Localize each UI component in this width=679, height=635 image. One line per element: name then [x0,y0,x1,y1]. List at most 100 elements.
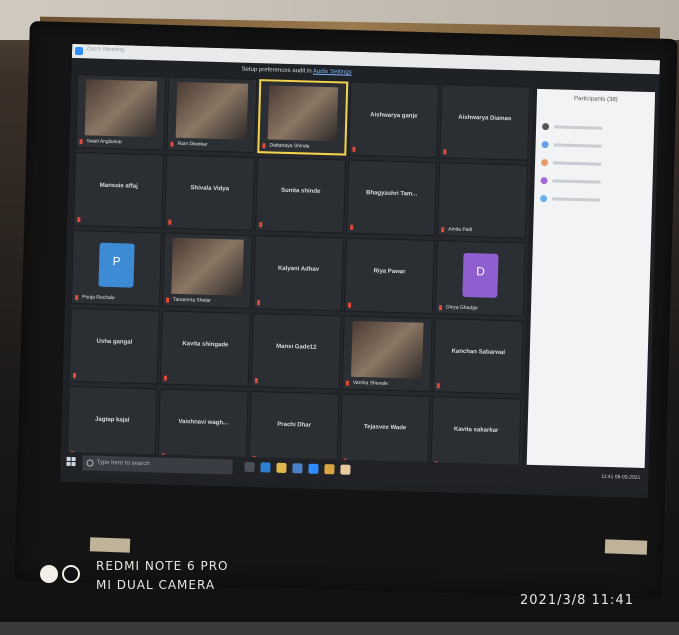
participant-caption: Dattatraya Shinde [269,142,310,150]
search-icon [86,459,94,467]
participant-tile[interactable]: Kavita shingade [159,310,251,387]
muted-mic-icon [72,373,77,379]
search-placeholder: Type here to search [96,459,150,468]
participant-tile[interactable]: Kavita sakarkar [430,396,522,473]
muted-mic-icon [257,300,261,306]
muted-mic-icon [79,139,83,145]
participant-caption: Divya Ghadge [445,304,478,312]
participant-tile[interactable]: Kalyani Adhav [252,235,344,312]
participant-name: Tejasvee Wade [363,423,407,432]
muted-mic-icon [75,295,79,301]
muted-mic-icon [163,375,168,381]
participant-tile[interactable]: Kanchan Sabarwal [432,318,524,395]
participant-tile[interactable]: Riya Pawar [343,237,435,315]
participant-avatar: P [98,242,135,289]
watermark-model: REDMI NOTE 6 PRO [96,559,229,573]
participant-row[interactable] [541,159,645,170]
muted-mic-icon [352,146,356,152]
participant-tile[interactable]: Vaishnavi wagh... [157,388,249,465]
file-explorer-icon[interactable] [276,462,287,474]
participant-tile[interactable]: Aishwarya ganje [348,81,440,159]
participant-caption: Varsha Shevale [352,379,388,387]
participant-tile[interactable]: Sunita shinde [255,157,347,234]
participant-tile[interactable]: Mansi Gade12 [250,313,342,390]
muted-mic-icon [443,149,447,155]
participant-row[interactable] [539,195,644,206]
muted-mic-icon [441,227,445,233]
participant-tile[interactable]: Usha gangal [68,307,160,385]
muted-mic-icon [262,143,266,149]
muted-mic-icon [166,297,170,303]
participant-tile[interactable]: Aishwarya Diamas [439,84,531,161]
participant-video [84,79,158,138]
audio-settings-link[interactable]: Audio Settings [313,69,352,76]
participant-row[interactable] [542,123,646,134]
participant-tile[interactable]: Varsha Shevale [341,315,433,393]
audio-banner: Setup preferences audit in Audio Setting… [241,67,351,76]
muted-mic-icon [254,378,258,384]
clock-date: 08-03-2021 [614,474,641,481]
monitor-stand-left [89,537,131,553]
participant-caption: Amita Patil [448,226,473,234]
muted-mic-icon [77,217,81,223]
participant-name: Kalyani Adhav [277,265,320,273]
banner-text: Setup preferences audit in [241,66,312,75]
watermark-timestamp: 2021/3/8 11:41 [520,593,634,608]
edge-icon[interactable] [260,462,271,473]
participant-tile[interactable]: Tanamma Shelar [161,232,253,309]
chrome-icon[interactable] [324,464,335,475]
participant-name: Riya Pawar [373,268,406,276]
muted-mic-icon [259,222,263,228]
participant-caption: Tanamma Shelar [173,296,211,304]
participant-tile[interactable]: Jagtap kajal [66,385,158,463]
camera-logo [40,565,84,588]
participant-tile[interactable]: Tejasvee Wade [339,393,431,470]
participant-row[interactable] [540,177,644,188]
participant-name: Jagtap kajal [94,416,130,424]
participant-name: Aishwarya ganje [370,112,418,120]
system-tray: 11:41 08-03-2021 [601,474,640,481]
participant-tile[interactable]: Bhagyashri Tam... [346,159,438,237]
participant-tile[interactable]: Mansoie affaj [73,152,165,229]
muted-mic-icon [345,380,349,386]
participant-tile[interactable]: Shivala Vidya [164,154,256,231]
participant-caption: Pooja Rochale [82,294,115,302]
muted-mic-icon [347,302,352,308]
windows-start-icon[interactable] [66,456,76,467]
participant-row[interactable] [541,141,645,152]
zoom-taskbar-icon[interactable] [308,463,319,474]
photo: Zoom Meeting Setup preferences audit in … [0,0,679,635]
window-title: Zoom Meeting [86,46,125,54]
participant-tile[interactable]: Amita Patil [437,162,529,239]
participant-tile[interactable]: Prachi Dhar [248,390,340,468]
participant-tile[interactable]: P Pooja Rochale [70,229,162,307]
clock-time: 11:41 [601,473,614,481]
store-icon[interactable] [292,463,303,474]
participant-name: Mansoie affaj [99,182,138,190]
task-view-icon[interactable] [244,461,255,473]
participant-tile[interactable]: Ram Diwekar [166,76,258,154]
participant-tile[interactable]: Swati Anglavkar [75,74,167,151]
participant-name: Shivala Vidya [190,185,230,193]
video-grid: Swati Anglavkar Ram Diwekar Dattatraya Shi… [66,74,533,477]
participant-name: Vaishnavi wagh... [178,418,229,427]
participants-panel: Participants (38) [526,88,656,473]
participant-tile[interactable]: Dattatraya Shinde [257,79,349,156]
zoom-icon [74,46,84,56]
muted-mic-icon [350,224,354,230]
participant-name: Kavita sakarkar [453,426,499,434]
taskbar-search[interactable]: Type here to search [82,455,233,475]
participant-tile[interactable]: D Divya Ghadge [434,240,526,317]
participant-video [171,237,244,296]
participant-caption: Ram Diwekar [177,140,208,148]
participant-name: Kanchan Sabarwal [451,348,506,356]
participant-avatar: D [462,252,499,299]
participant-video [175,81,249,140]
participant-name: Bhagyashri Tam... [365,189,418,198]
muted-mic-icon [436,383,440,389]
muted-mic-icon [170,141,174,147]
participant-name: Aishwarya Diamas [458,114,512,122]
participants-title: Participants (38) [573,95,618,104]
app-icon[interactable] [340,464,351,475]
muted-mic-icon [168,219,172,225]
